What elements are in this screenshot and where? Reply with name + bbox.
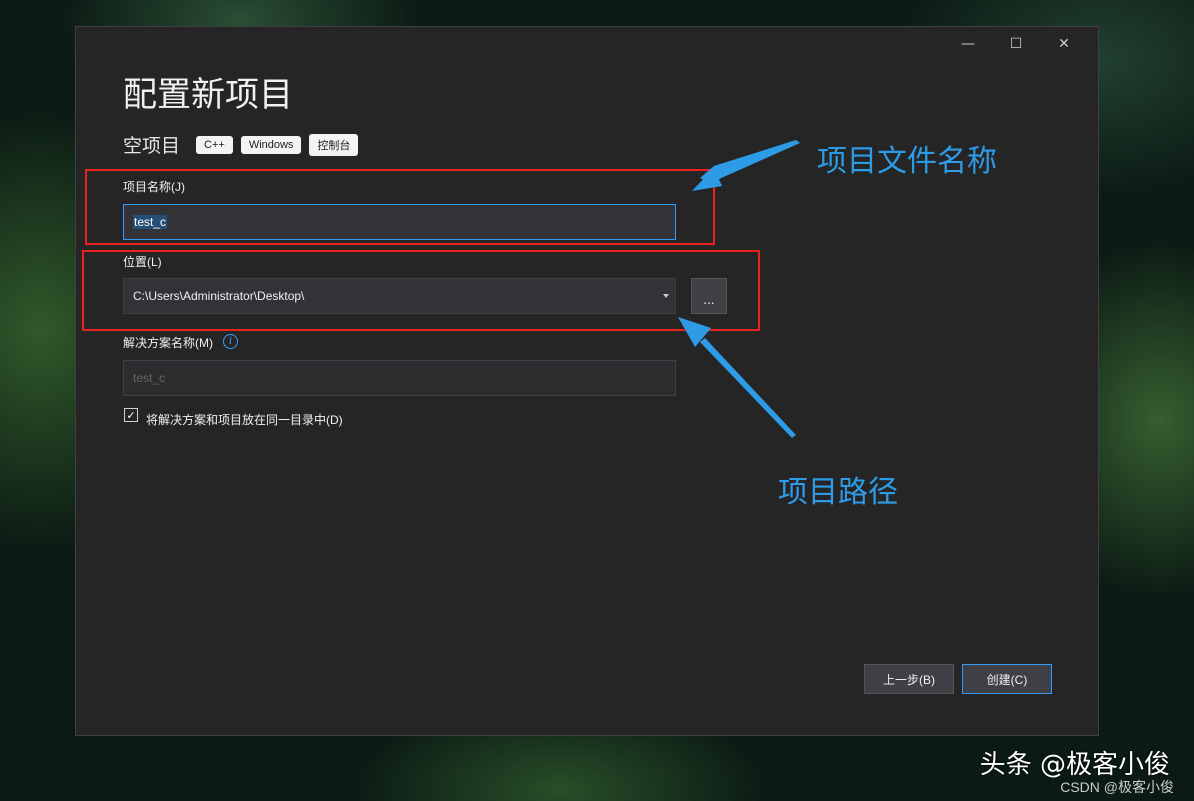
watermark-main: 头条 @极客小俊 xyxy=(979,750,1170,780)
annotation-project-file-name: 项目文件名称 xyxy=(817,144,997,179)
annotation-arrows xyxy=(678,140,800,438)
watermark-sub: CSDN @极客小俊 xyxy=(1060,779,1174,795)
arrow-to-project-name xyxy=(692,140,800,191)
annotation-project-path: 项目路径 xyxy=(778,475,898,510)
arrow-to-location xyxy=(678,317,796,438)
